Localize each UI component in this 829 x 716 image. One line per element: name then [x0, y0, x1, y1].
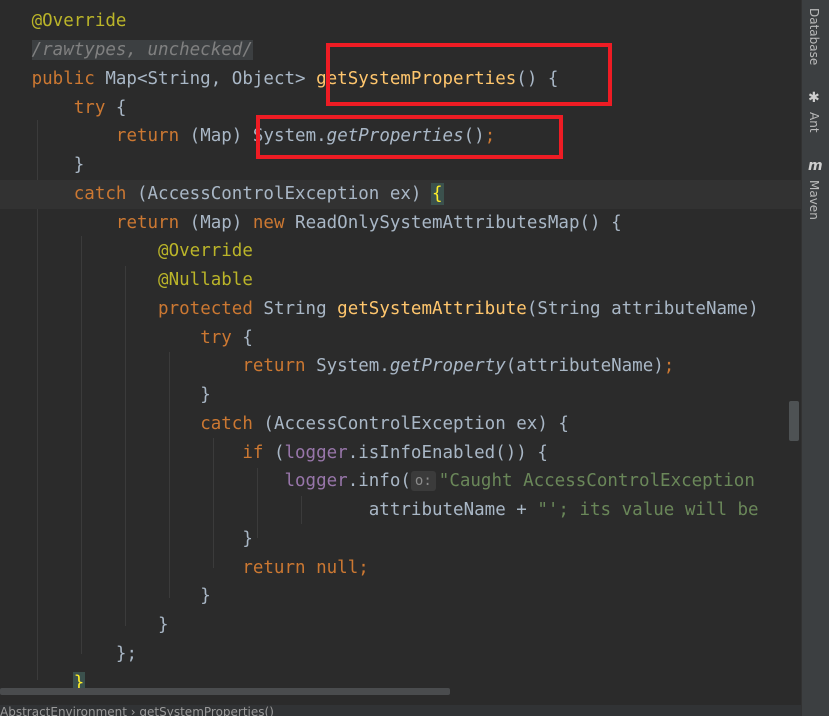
- system-class: System.: [305, 356, 390, 376]
- tool-window-ant[interactable]: ✱ Ant: [802, 88, 829, 148]
- current-code-line[interactable]: catch (AccessControlException ex) {: [0, 180, 801, 209]
- semicolon: ;: [663, 356, 675, 376]
- call-getProperty[interactable]: getProperty: [390, 356, 506, 376]
- ant-icon: ✱: [808, 90, 820, 106]
- string-literal: "'; its value will be: [537, 500, 759, 520]
- close-brace: }: [158, 615, 169, 635]
- code-line[interactable]: try {: [0, 324, 801, 353]
- keyword-return: return: [242, 356, 306, 376]
- close-brace-semicolon: };: [115, 644, 137, 664]
- call-arguments: (attributeName): [505, 356, 664, 376]
- keyword-try: try: [73, 98, 106, 118]
- code-line[interactable]: @Override: [0, 237, 801, 266]
- isInfoEnabled-call: .isInfoEnabled()) {: [347, 443, 548, 463]
- highlight-box-getProperties-call: [256, 115, 563, 159]
- tool-window-database[interactable]: Database: [802, 0, 829, 80]
- keyword-null: null: [305, 558, 359, 578]
- open-brace: {: [105, 98, 127, 118]
- keyword-new: new: [252, 213, 285, 233]
- info-call: .info(: [347, 471, 411, 491]
- keyword-catch: catch: [200, 414, 253, 434]
- open-brace: {: [231, 328, 253, 348]
- cast-expression: (Map): [179, 213, 253, 233]
- override-annotation: @Override: [31, 11, 127, 31]
- code-line[interactable]: return (Map) new ReadOnlySystemAttribute…: [0, 209, 801, 238]
- keyword-return: return: [242, 558, 306, 578]
- maven-label: Maven: [807, 180, 821, 220]
- override-annotation: @Override: [158, 241, 253, 261]
- open-paren: (: [263, 443, 285, 463]
- maven-icon: m: [808, 158, 823, 174]
- nullable-annotation: @Nullable: [158, 270, 253, 290]
- code-line[interactable]: attributeName + "'; its value will be: [0, 496, 801, 525]
- keyword-protected: protected: [158, 299, 253, 319]
- method-parameters: (String attributeName): [526, 299, 759, 319]
- folded-suppress-warnings[interactable]: /rawtypes, unchecked/: [31, 40, 253, 60]
- code-line[interactable]: @Override: [0, 7, 801, 36]
- code-line[interactable]: return System.getProperty(attributeName)…: [0, 352, 801, 381]
- horizontal-scrollbar-thumb[interactable]: [0, 688, 450, 695]
- vertical-scrollbar-thumb[interactable]: [789, 401, 799, 441]
- catch-arguments: (AccessControlException ex) {: [252, 414, 569, 434]
- string-literal: "Caught AccessControlException: [438, 471, 755, 491]
- catch-arguments: (AccessControlException ex): [126, 184, 432, 204]
- tool-window-maven[interactable]: m Maven: [802, 156, 829, 236]
- return-type: Map<String, Object>: [94, 69, 317, 89]
- cast-expression: (Map): [179, 126, 253, 146]
- close-brace: }: [242, 529, 253, 549]
- logger-field[interactable]: logger: [284, 443, 347, 463]
- code-line[interactable]: catch (AccessControlException ex) {: [0, 410, 801, 439]
- code-line[interactable]: return null;: [0, 554, 801, 583]
- logger-field[interactable]: logger: [284, 471, 347, 491]
- keyword-try: try: [200, 328, 232, 348]
- code-line[interactable]: protected String getSystemAttribute(Stri…: [0, 295, 801, 324]
- concat-argument: attributeName +: [368, 500, 538, 520]
- breadcrumb[interactable]: AbstractEnvironment › getSystemPropertie…: [0, 705, 801, 716]
- keyword-return: return: [115, 213, 180, 233]
- ant-label: Ant: [807, 112, 821, 133]
- close-brace: }: [200, 586, 211, 606]
- highlight-box-getSystemProperties: [326, 43, 612, 106]
- code-line[interactable]: logger.info(o: "Caught AccessControlExcep…: [0, 467, 801, 496]
- keyword-catch: catch: [73, 184, 127, 204]
- close-brace: }: [73, 155, 85, 175]
- anonymous-class: ReadOnlySystemAttributesMap() {: [284, 213, 622, 233]
- close-brace: }: [200, 385, 211, 405]
- code-line[interactable]: }: [0, 582, 801, 611]
- code-line[interactable]: }: [0, 525, 801, 554]
- parameter-name-hint: o:: [410, 471, 436, 491]
- right-tool-window-bar: Database ✱ Ant m Maven: [801, 0, 829, 716]
- keyword-return: return: [115, 126, 180, 146]
- database-label: Database: [807, 8, 821, 66]
- code-line[interactable]: }: [0, 611, 801, 640]
- code-line[interactable]: };: [0, 640, 801, 669]
- code-line[interactable]: }: [0, 381, 801, 410]
- keyword-public: public: [31, 69, 95, 89]
- code-editor[interactable]: @Override /rawtypes, unchecked/ public M…: [0, 0, 801, 716]
- breadcrumb-path[interactable]: AbstractEnvironment › getSystemPropertie…: [0, 705, 274, 716]
- return-type: String: [252, 299, 338, 319]
- keyword-if: if: [242, 443, 264, 463]
- semicolon: ;: [358, 558, 369, 578]
- code-line[interactable]: if (logger.isInfoEnabled()) {: [0, 439, 801, 468]
- matched-brace: {: [431, 183, 444, 205]
- code-line[interactable]: @Nullable: [0, 266, 801, 295]
- method-name-getSystemAttribute[interactable]: getSystemAttribute: [337, 299, 527, 319]
